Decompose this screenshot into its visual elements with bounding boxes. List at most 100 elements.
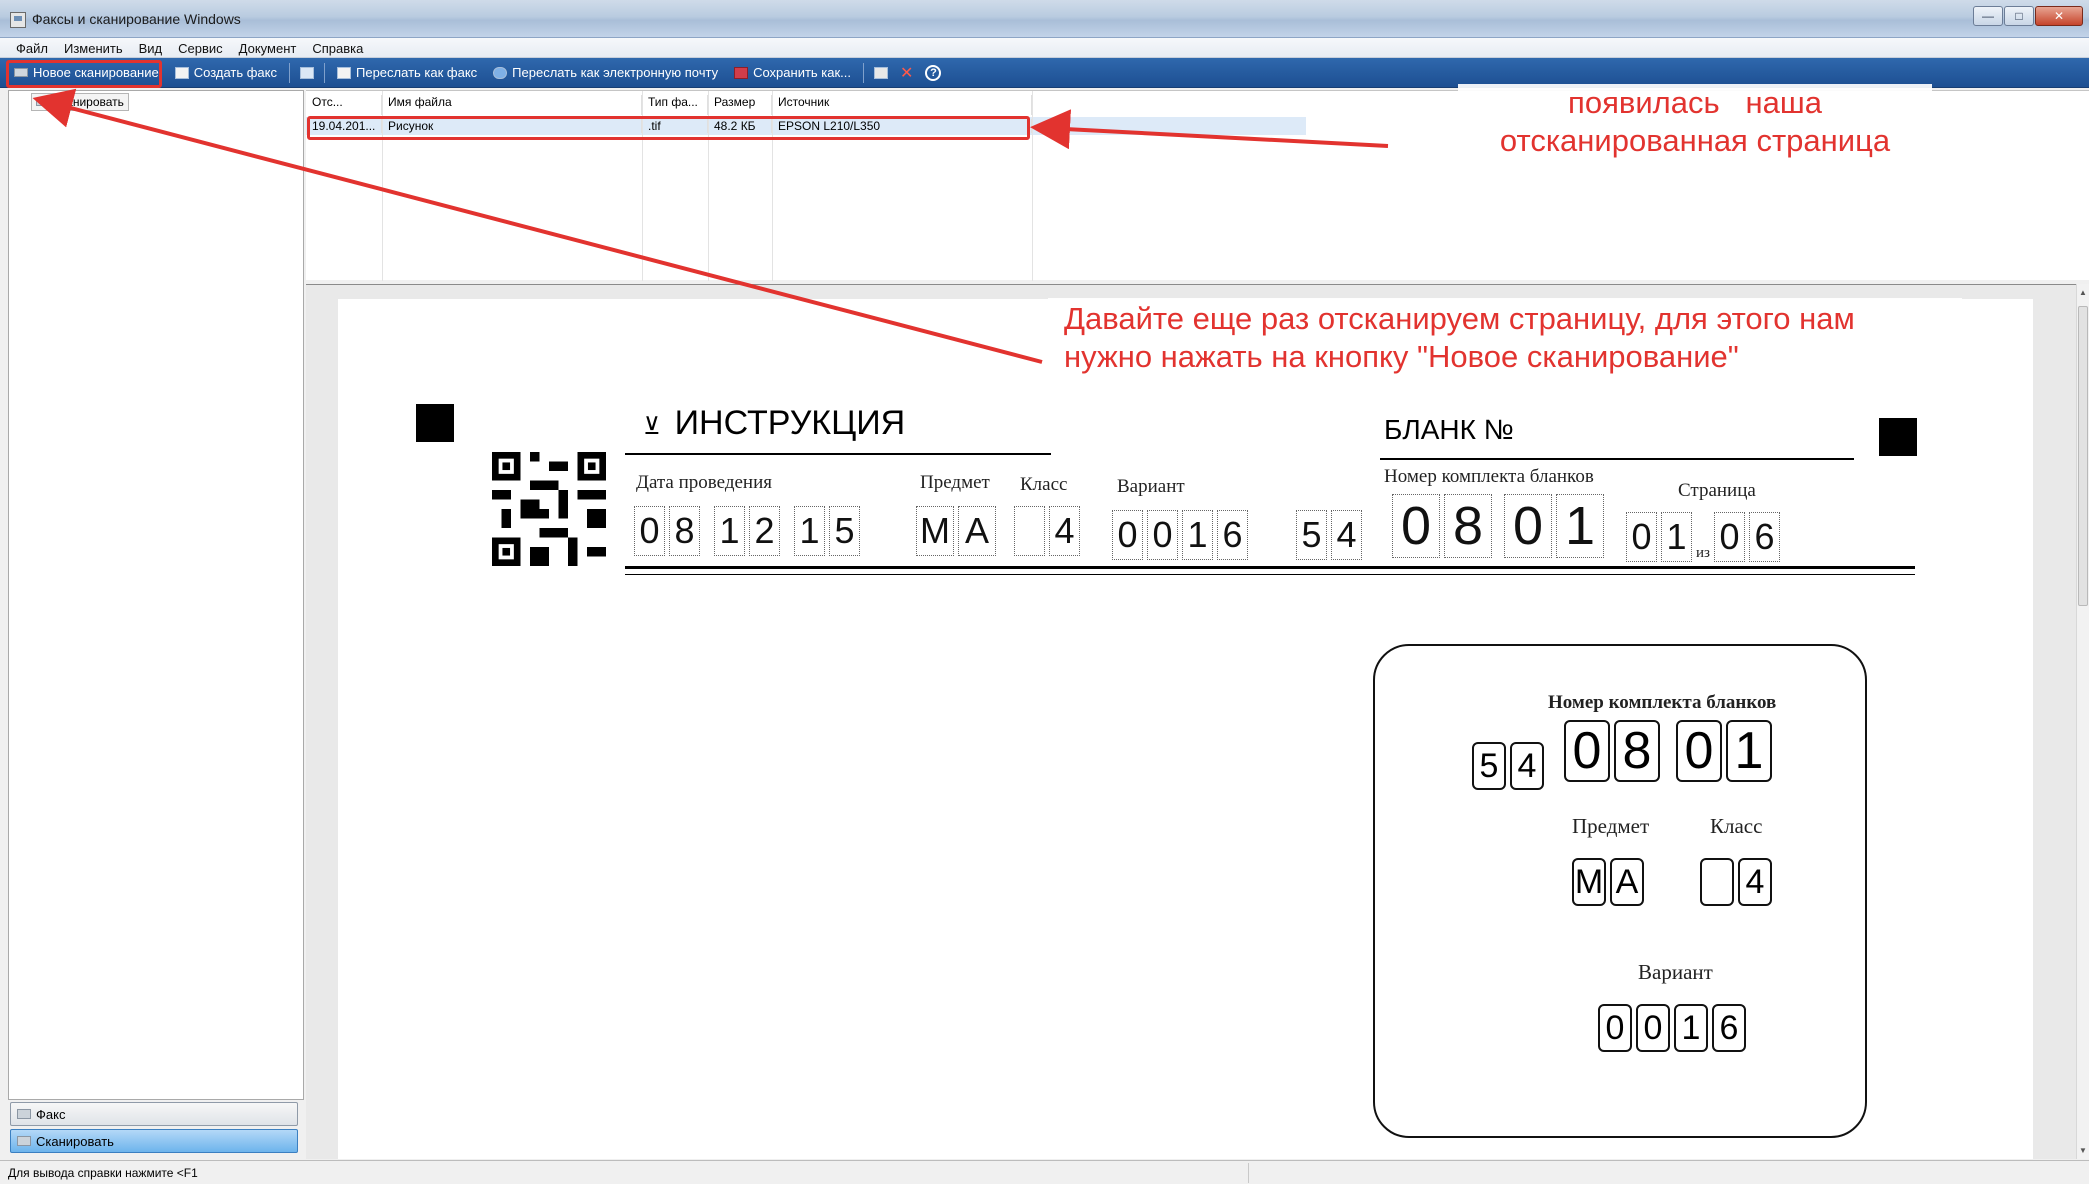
nav-fax-button[interactable]: Факс — [10, 1102, 298, 1126]
column-divider — [1032, 91, 1033, 281]
menu-document[interactable]: Документ — [231, 38, 305, 57]
digit-box: 1 — [714, 506, 745, 556]
forward-fax-label: Переслать как факс — [356, 65, 478, 80]
nav-scan-button[interactable]: Сканировать — [10, 1129, 298, 1153]
menu-view[interactable]: Вид — [131, 38, 171, 57]
new-fax-label: Создать факс — [193, 65, 277, 80]
scrollbar-thumb[interactable] — [2078, 306, 2088, 606]
page-label: Страница — [1678, 480, 1756, 501]
digit-box — [1014, 506, 1045, 556]
toolbar-separator — [863, 62, 865, 83]
scanner-icon — [17, 1136, 31, 1146]
menu-file[interactable]: Файл — [8, 38, 56, 57]
box-kit-big: 0 8 0 1 — [1564, 720, 1772, 782]
digit-box: 0 — [1676, 720, 1722, 782]
forward-fax-button[interactable]: Переслать как факс — [329, 61, 485, 85]
kit-digits-big: 0 8 0 1 — [1392, 494, 1604, 558]
digit-box: 6 — [1217, 510, 1248, 560]
save-as-label: Сохранить как... — [753, 65, 852, 80]
forward-email-button[interactable]: Переслать как электронную почту — [485, 61, 726, 85]
folder-pane: Сканировать — [8, 90, 304, 1100]
column-source[interactable]: Источник — [772, 95, 1032, 115]
column-filetype[interactable]: Тип фа... — [642, 95, 708, 115]
digit-box: 1 — [1726, 720, 1772, 782]
class-digits: 4 — [1014, 506, 1080, 556]
digit-box: 0 — [1112, 510, 1143, 560]
date-digits: 0 8 1 2 1 5 — [634, 506, 860, 556]
column-filename[interactable]: Имя файла — [382, 95, 642, 115]
digit-box: 4 — [1049, 506, 1080, 556]
digit-box: 5 — [1472, 742, 1506, 790]
digit-box: 1 — [1661, 512, 1692, 562]
status-bar: Для вывода справки нажмите <F1 — [0, 1160, 2089, 1184]
date-label: Дата проведения — [636, 472, 773, 493]
column-date[interactable]: Отс... — [306, 95, 382, 115]
form-corner-marker — [1879, 418, 1917, 456]
scroll-down-icon[interactable]: ▼ — [2079, 1146, 2087, 1155]
digit-box: 1 — [1556, 494, 1604, 558]
close-button[interactable]: ✕ — [2035, 6, 2083, 26]
digit-box: 8 — [1614, 720, 1660, 782]
status-separator — [1248, 1163, 1249, 1183]
page-of-label: из — [1696, 545, 1710, 561]
qr-code-icon — [492, 452, 606, 566]
reply-button[interactable] — [294, 61, 320, 85]
new-fax-button[interactable]: Создать факс — [167, 61, 285, 85]
box-variant-label: Вариант — [1638, 960, 1713, 984]
page-digits: 0 1 из 0 6 — [1626, 512, 1780, 562]
fax-scan-app-icon — [10, 12, 26, 28]
toolbar-separator — [289, 62, 290, 83]
print-button[interactable] — [868, 61, 894, 85]
menu-bar: Файл Изменить Вид Сервис Документ Справк… — [0, 38, 2089, 58]
delete-button[interactable]: ✕ — [894, 61, 919, 85]
scroll-up-icon[interactable]: ▲ — [2079, 288, 2087, 297]
nav-scan-label: Сканировать — [36, 1133, 114, 1149]
menu-tools[interactable]: Сервис — [170, 38, 231, 57]
reply-icon — [300, 66, 314, 79]
digit-box: 0 — [1392, 494, 1440, 558]
box-class-digits: 4 — [1700, 858, 1772, 906]
new-scan-highlight — [6, 60, 162, 88]
note-scanned-line2: отсканированная страница — [1499, 123, 1891, 158]
window-controls: — □ ✕ — [1973, 6, 2083, 26]
digit-box: 0 — [1636, 1004, 1670, 1052]
box-variant-digits: 0 0 1 6 — [1598, 1004, 1746, 1052]
digit-box: 8 — [1444, 494, 1492, 558]
menu-edit[interactable]: Изменить — [56, 38, 131, 57]
help-icon: ? — [925, 64, 942, 81]
digit-box: 0 — [1626, 512, 1657, 562]
digit-box: 5 — [1296, 510, 1327, 560]
digit-box: 5 — [829, 506, 860, 556]
digit-box: 1 — [794, 506, 825, 556]
window-title: Факсы и сканирование Windows — [32, 11, 241, 27]
form-heading: ⊻ ИНСТРУКЦИЯ — [643, 404, 905, 443]
tree-item-scan[interactable]: Сканировать — [31, 93, 129, 111]
digit-box: 1 — [1182, 510, 1213, 560]
digit-box: 0 — [1147, 510, 1178, 560]
view-switcher: Факс Сканировать — [10, 1102, 298, 1156]
nav-fax-label: Факс — [36, 1106, 66, 1122]
minimize-button[interactable]: — — [1973, 6, 2003, 26]
column-size[interactable]: Размер — [708, 95, 772, 115]
digit-box — [1700, 858, 1734, 906]
digit-box: 0 — [634, 506, 665, 556]
digit-box: 8 — [669, 506, 700, 556]
maximize-button[interactable]: □ — [2004, 6, 2034, 26]
letter-box: М — [916, 506, 954, 556]
digit-box: 1 — [1674, 1004, 1708, 1052]
box-class-label: Класс — [1710, 814, 1763, 838]
letter-box: А — [958, 506, 996, 556]
save-as-button[interactable]: Сохранить как... — [726, 61, 859, 85]
scanner-icon — [36, 98, 48, 106]
variant-label: Вариант — [1117, 476, 1185, 497]
menu-help[interactable]: Справка — [304, 38, 371, 57]
email-icon — [493, 66, 508, 79]
kit-digits-small: 5 4 — [1296, 510, 1362, 560]
subject-letters: М А — [916, 506, 996, 556]
preview-scrollbar[interactable]: ▲ ▼ — [2076, 284, 2089, 1159]
digit-box: 6 — [1748, 512, 1780, 562]
help-button[interactable]: ? — [919, 61, 947, 85]
form-heading-text: ИНСТРУКЦИЯ — [674, 404, 906, 442]
digit-box: 4 — [1738, 858, 1772, 906]
subject-label: Предмет — [920, 472, 990, 493]
